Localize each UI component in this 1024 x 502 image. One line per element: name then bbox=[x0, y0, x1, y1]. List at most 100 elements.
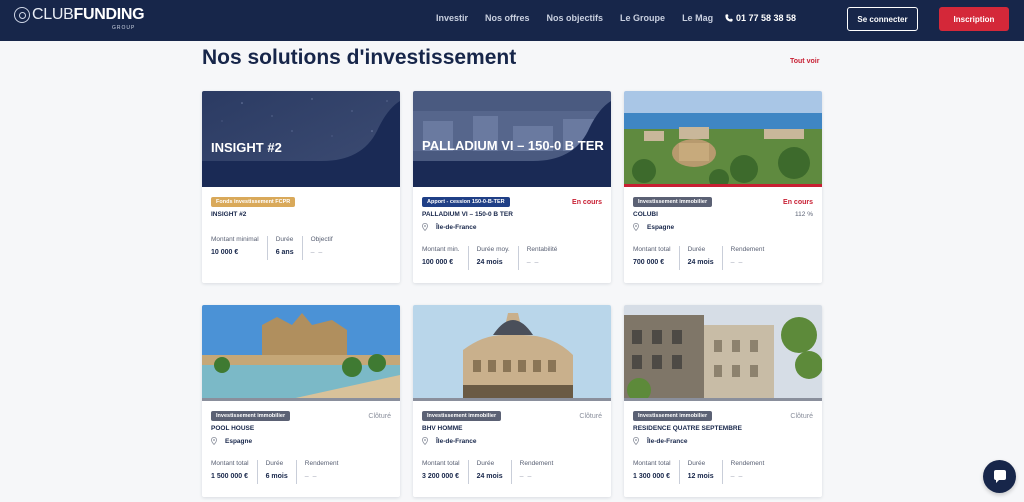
card-image: PALLADIUM VI – 150-0 B TER bbox=[413, 91, 611, 187]
metric-value: 12 mois bbox=[687, 473, 714, 480]
metric-duration: Durée 24 mois bbox=[477, 460, 512, 484]
signup-button[interactable]: Inscription bbox=[939, 7, 1009, 31]
metric-label: Montant minimal bbox=[211, 236, 259, 243]
metric-label: Durée bbox=[687, 460, 706, 467]
card-image-bar bbox=[624, 398, 822, 401]
clubfunding-logo[interactable]: CLUB FUNDING GROUP bbox=[14, 6, 145, 31]
card-location: Île-de-France bbox=[422, 223, 476, 231]
metric-value: – – bbox=[304, 473, 318, 480]
metric-value: 1 500 000 € bbox=[211, 473, 248, 480]
menu-item-nos-objectifs[interactable]: Nos objectifs bbox=[547, 13, 604, 23]
card-overlay-title: INSIGHT #2 bbox=[211, 140, 282, 155]
metric-duration: Durée 6 ans bbox=[276, 236, 303, 260]
card-image bbox=[202, 305, 400, 401]
metric-value: 1 300 000 € bbox=[633, 473, 670, 480]
logo-icon bbox=[14, 7, 30, 23]
chat-button[interactable] bbox=[983, 460, 1016, 493]
metric-value: 700 000 € bbox=[633, 259, 665, 266]
metric-label: Rendement bbox=[519, 460, 554, 467]
metric-value: – – bbox=[519, 473, 533, 480]
offer-card-insight[interactable]: INSIGHT #2 Fonds investissement FCPR INS… bbox=[202, 91, 400, 283]
location-text: Île-de-France bbox=[436, 223, 477, 231]
category-badge: Apport - cession 150-0-B-TER bbox=[422, 197, 510, 207]
phone-number: 01 77 58 38 58 bbox=[736, 13, 797, 23]
menu-item-investir[interactable]: Investir bbox=[436, 13, 468, 23]
metric-amount: Montant total 1 300 000 € bbox=[633, 460, 680, 484]
metric-return: Rendement – – bbox=[731, 246, 773, 270]
card-image bbox=[624, 91, 822, 187]
card-name: RESIDENCE QUATRE SEPTEMBRE bbox=[633, 425, 742, 432]
offer-card-residence-quatre-septembre[interactable]: Investissement immobilier Clôturé RESIDE… bbox=[624, 305, 822, 497]
metric-label: Durée moy. bbox=[476, 246, 510, 253]
metric-objective: Objectif – – bbox=[311, 236, 341, 260]
metric-label: Montant total bbox=[422, 460, 460, 467]
metric-value: – – bbox=[310, 249, 324, 256]
offer-card-pool-house[interactable]: Investissement immobilier Clôturé POOL H… bbox=[202, 305, 400, 497]
metric-duration: Durée 12 mois bbox=[688, 460, 723, 484]
logo-funding-text: FUNDING bbox=[73, 6, 145, 23]
offer-card-palladium[interactable]: PALLADIUM VI – 150-0 B TER Apport - cess… bbox=[413, 91, 611, 283]
metric-value: 24 mois bbox=[476, 259, 503, 266]
card-metrics: Montant total 1 500 000 € Durée 6 mois Ren… bbox=[211, 460, 354, 484]
offer-card-colubi[interactable]: Investissement immobilier En cours COLUB… bbox=[624, 91, 822, 283]
menu-item-le-mag[interactable]: Le Mag bbox=[682, 13, 713, 23]
metric-value: 3 200 000 € bbox=[422, 473, 459, 480]
location-text: Espagne bbox=[647, 223, 675, 231]
status-badge: Clôturé bbox=[790, 413, 813, 420]
phone-link[interactable]: 01 77 58 38 58 bbox=[725, 13, 796, 23]
metric-label: Montant total bbox=[633, 460, 671, 467]
menu-item-le-groupe[interactable]: Le Groupe bbox=[620, 13, 665, 23]
metric-label: Durée bbox=[265, 460, 284, 467]
funding-rate: 112 % bbox=[795, 211, 813, 218]
card-name: BHV HOMME bbox=[422, 425, 463, 432]
metric-amount: Montant total 3 200 000 € bbox=[422, 460, 469, 484]
status-badge: En cours bbox=[572, 199, 602, 206]
metric-duration: Durée 24 mois bbox=[688, 246, 723, 270]
metric-amount: Montant min. 100 000 € bbox=[422, 246, 469, 270]
metric-value: 24 mois bbox=[687, 259, 714, 266]
metric-value: 6 mois bbox=[265, 473, 288, 480]
metric-duration: Durée moy. 24 mois bbox=[477, 246, 519, 270]
phone-icon bbox=[725, 14, 733, 22]
card-metrics: Montant total 1 300 000 € Durée 12 mois Re… bbox=[633, 460, 780, 484]
metric-label: Montant total bbox=[211, 460, 249, 467]
metric-label: Durée bbox=[476, 460, 495, 467]
metric-return: Rentabilité – – bbox=[527, 246, 566, 270]
card-image bbox=[413, 305, 611, 401]
metric-label: Rendement bbox=[730, 460, 765, 467]
location-pin-icon bbox=[633, 223, 639, 231]
see-all-link[interactable]: Tout voir bbox=[790, 58, 819, 65]
chat-bubble-icon bbox=[993, 469, 1006, 483]
location-text: Île-de-France bbox=[647, 437, 688, 445]
card-image-bar bbox=[413, 398, 611, 401]
category-badge: Investissement immobilier bbox=[633, 197, 713, 207]
menu-item-nos-offres[interactable]: Nos offres bbox=[485, 13, 530, 23]
card-metrics: Montant min. 100 000 € Durée moy. 24 mois … bbox=[422, 246, 573, 270]
metric-return: Rendement – – bbox=[305, 460, 347, 484]
metric-value: – – bbox=[526, 259, 540, 266]
metric-return: Rendement – – bbox=[731, 460, 773, 484]
status-badge: Clôturé bbox=[368, 413, 391, 420]
card-image-bar bbox=[624, 184, 822, 187]
card-name: COLUBI bbox=[633, 211, 658, 218]
metric-label: Durée bbox=[687, 246, 706, 253]
login-button[interactable]: Se connecter bbox=[847, 7, 918, 31]
location-pin-icon bbox=[211, 437, 217, 445]
card-location: Espagne bbox=[633, 223, 674, 231]
metric-label: Montant total bbox=[633, 246, 671, 253]
metric-amount: Montant minimal 10 000 € bbox=[211, 236, 268, 260]
metric-label: Durée bbox=[275, 236, 294, 243]
card-image: INSIGHT #2 bbox=[202, 91, 400, 187]
metric-label: Rendement bbox=[304, 460, 339, 467]
metric-label: Rendement bbox=[730, 246, 765, 253]
offer-card-bhv-homme[interactable]: Investissement immobilier Clôturé BHV HO… bbox=[413, 305, 611, 497]
card-metrics: Montant total 700 000 € Durée 24 mois Rend… bbox=[633, 246, 780, 270]
main-menu: Investir Nos offres Nos objectifs Le Gro… bbox=[436, 13, 730, 23]
metric-value: 6 ans bbox=[275, 249, 294, 256]
category-badge: Investissement immobilier bbox=[422, 411, 502, 421]
metric-amount: Montant total 700 000 € bbox=[633, 246, 680, 270]
card-location: Île-de-France bbox=[633, 437, 687, 445]
metric-return: Rendement – – bbox=[520, 460, 562, 484]
card-name: INSIGHT #2 bbox=[211, 211, 247, 218]
status-badge: Clôturé bbox=[579, 413, 602, 420]
